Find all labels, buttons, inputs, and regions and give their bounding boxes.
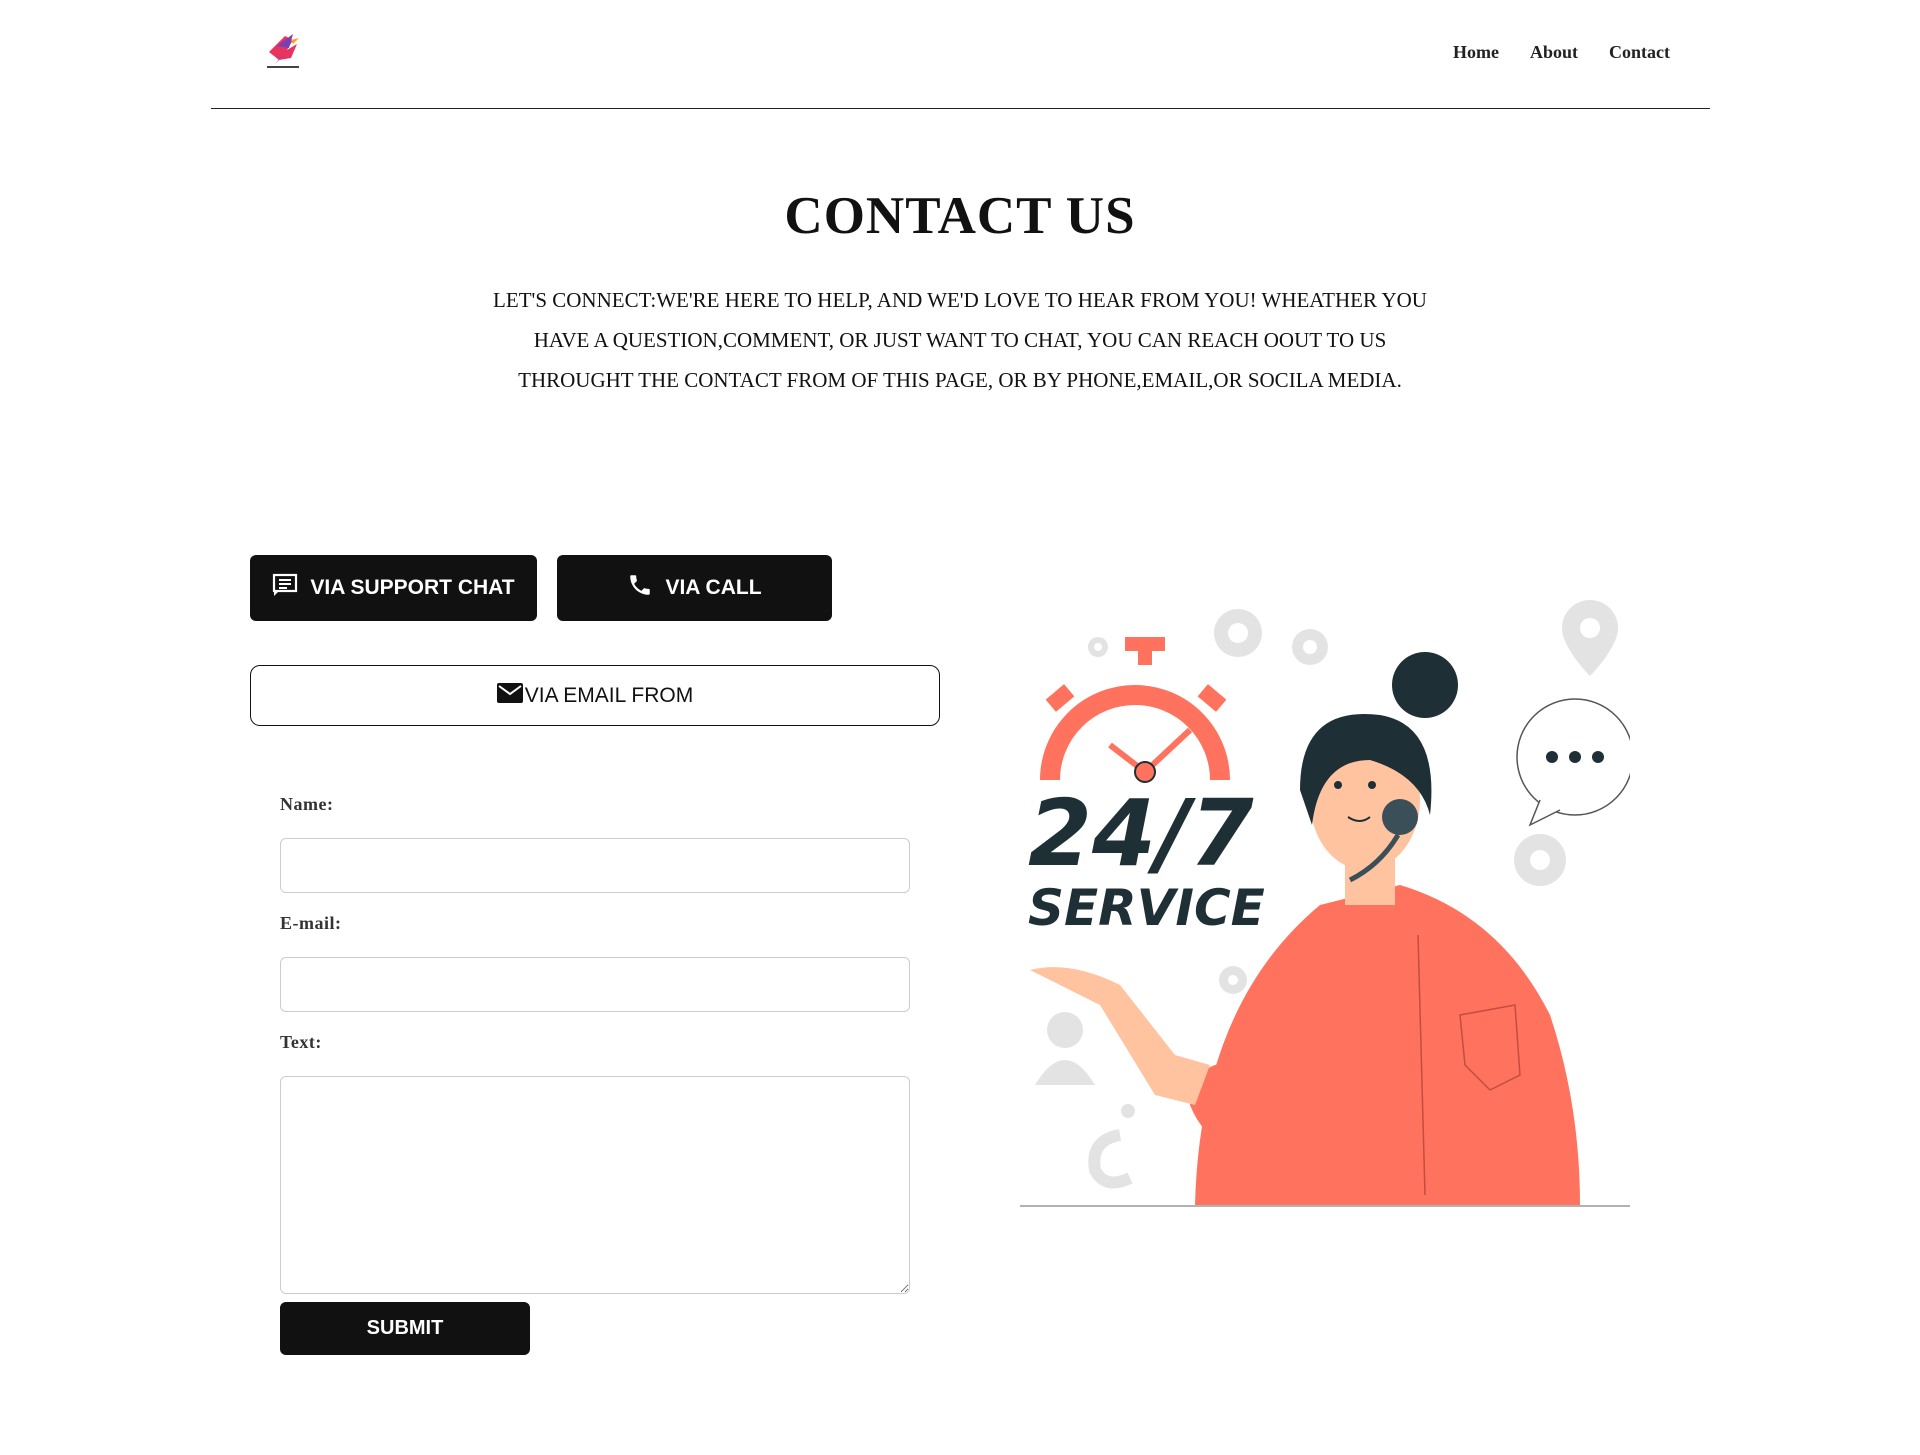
mail-icon bbox=[496, 682, 523, 709]
nav-contact-link[interactable]: Contact bbox=[1609, 42, 1670, 63]
call-label: VIA CALL bbox=[665, 576, 762, 599]
stopwatch-icon bbox=[1040, 637, 1230, 783]
phone-icon bbox=[627, 572, 653, 604]
main-nav: Home About Contact bbox=[1453, 42, 1670, 63]
question-mark-icon bbox=[1088, 1129, 1133, 1189]
email-form-label: VIA EMAIL FROM bbox=[524, 683, 694, 707]
chat-icon bbox=[272, 573, 298, 603]
text-label: Text: bbox=[280, 1032, 322, 1052]
email-form-button[interactable]: VIA EMAIL FROM bbox=[250, 665, 940, 726]
name-input[interactable] bbox=[280, 838, 910, 893]
name-label: Name: bbox=[280, 794, 334, 814]
nav-home-link[interactable]: Home bbox=[1453, 42, 1499, 63]
submit-button[interactable]: SUBMIT bbox=[280, 1302, 530, 1355]
intro-text: LET'S CONNECT:WE'RE HERE TO HELP, AND WE… bbox=[493, 288, 1427, 392]
email-input[interactable] bbox=[280, 957, 910, 1012]
site-header: Home About Contact bbox=[211, 0, 1710, 109]
illustration-sub-text: SERVICE bbox=[1028, 879, 1265, 937]
email-label: E-mail: bbox=[280, 913, 342, 933]
bird-logo-icon[interactable] bbox=[263, 30, 303, 74]
customer-service-illustration: 24/7 SERVICE bbox=[1020, 585, 1634, 1210]
person-icon bbox=[1035, 1012, 1095, 1085]
page-title: CONTACT US bbox=[784, 187, 1136, 245]
call-button[interactable]: VIA CALL bbox=[557, 555, 832, 621]
chat-bubble-icon bbox=[1516, 698, 1634, 827]
illustration-big-text: 24/7 bbox=[1028, 780, 1254, 887]
support-chat-button[interactable]: VIA SUPPORT CHAT bbox=[250, 555, 537, 621]
support-chat-label: VIA SUPPORT CHAT bbox=[310, 576, 515, 599]
nav-about-link[interactable]: About bbox=[1530, 42, 1578, 63]
message-textarea[interactable] bbox=[280, 1076, 910, 1294]
